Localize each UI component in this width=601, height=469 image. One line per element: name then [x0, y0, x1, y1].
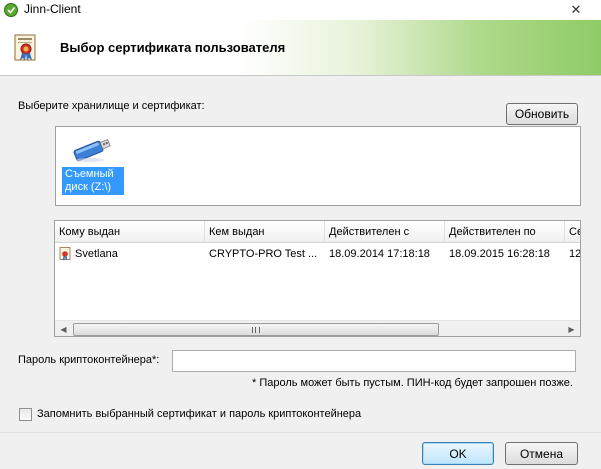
- arrow-left-icon: ◀: [60, 325, 67, 334]
- cancel-button-label: Отмена: [519, 446, 564, 461]
- dialog-heading: Выбор сертификата пользователя: [60, 40, 286, 55]
- horizontal-scrollbar[interactable]: ◀ ▶: [55, 320, 580, 336]
- ok-button-label: OK: [449, 446, 467, 461]
- password-label: Пароль криптоконтейнера*:: [18, 354, 160, 366]
- ok-button[interactable]: OK: [422, 442, 494, 465]
- cell-serial: 12: [569, 248, 581, 260]
- column-header-valid-from[interactable]: Действителен с: [325, 221, 445, 243]
- refresh-button[interactable]: Обновить: [506, 103, 578, 125]
- close-icon: ✕: [570, 2, 582, 18]
- cell-valid-from: 18.09.2014 17:18:18: [329, 248, 430, 260]
- cell-valid-to: 18.09.2015 16:28:18: [449, 248, 550, 260]
- certificate-icon: [14, 34, 36, 61]
- title-bar[interactable]: Jinn-Client ✕: [0, 0, 601, 20]
- scroll-left-button[interactable]: ◀: [55, 321, 72, 336]
- window-title: Jinn-Client: [24, 2, 81, 16]
- storage-list[interactable]: Съемный диск (Z:\): [55, 126, 581, 206]
- table-header: Кому выдан Кем выдан Действителен с Дейс…: [55, 221, 580, 243]
- close-button[interactable]: ✕: [551, 0, 601, 20]
- storage-item-label: Съемный диск (Z:\): [62, 167, 124, 195]
- scroll-right-button[interactable]: ▶: [563, 321, 580, 336]
- cancel-button[interactable]: Отмена: [505, 442, 578, 465]
- app-icon: [4, 3, 18, 17]
- refresh-button-label: Обновить: [514, 107, 570, 121]
- remember-checkbox[interactable]: [19, 408, 32, 421]
- scrollbar-thumb[interactable]: [73, 323, 439, 336]
- header-banner: Выбор сертификата пользователя: [0, 20, 601, 76]
- column-header-valid-to[interactable]: Действителен по: [445, 221, 565, 243]
- cell-issued-to: Svetlana: [75, 248, 118, 260]
- password-input[interactable]: [172, 350, 576, 372]
- storage-label: Выберите хранилище и сертификат:: [18, 100, 205, 112]
- password-hint: * Пароль может быть пустым. ПИН-код буде…: [252, 377, 573, 389]
- grip-icon: [252, 327, 260, 333]
- cell-issued-by: CRYPTO-PRO Test ...: [209, 248, 318, 260]
- column-header-issued-to[interactable]: Кому выдан: [55, 221, 205, 243]
- table-row[interactable]: Svetlana CRYPTO-PRO Test ... 18.09.2014 …: [55, 244, 581, 264]
- arrow-right-icon: ▶: [568, 325, 575, 334]
- column-header-serial[interactable]: Се: [565, 221, 580, 243]
- certificate-table[interactable]: Кому выдан Кем выдан Действителен с Дейс…: [54, 220, 581, 337]
- usb-drive-icon: [73, 138, 111, 162]
- remember-checkbox-label[interactable]: Запомнить выбранный сертификат и пароль …: [37, 408, 361, 420]
- dialog-window: Jinn-Client ✕ Выбор сертификата пользова…: [0, 0, 601, 469]
- column-header-issued-by[interactable]: Кем выдан: [205, 221, 325, 243]
